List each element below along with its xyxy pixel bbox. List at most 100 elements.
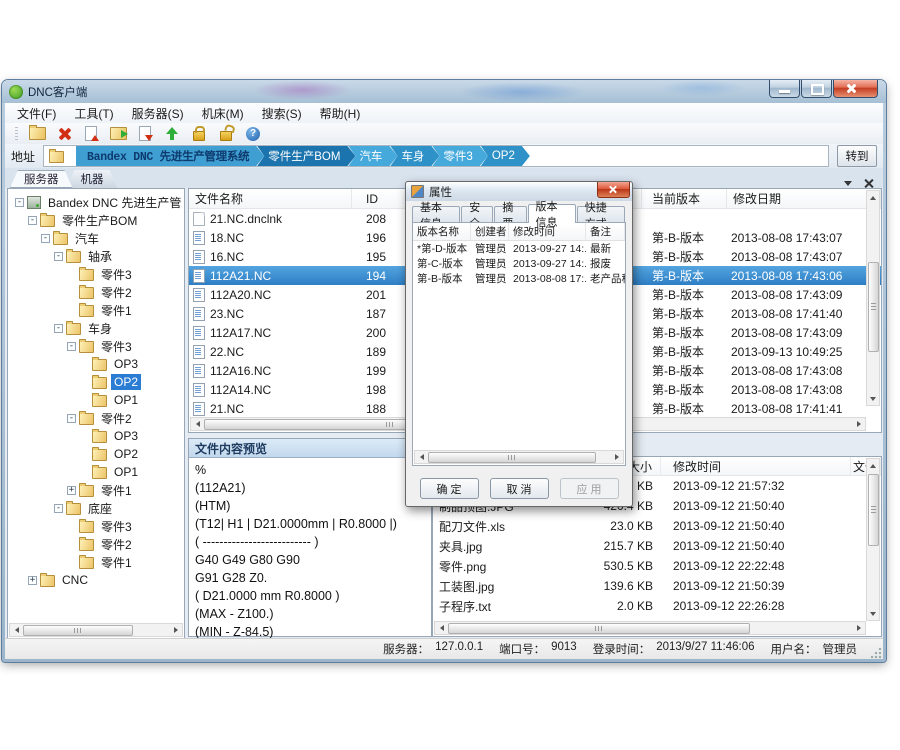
tree-node[interactable]: 零件1 [10,301,182,319]
menu-item[interactable]: 帮助(H) [312,103,369,124]
tree-node[interactable]: - 车身 [10,319,182,337]
tree-node[interactable]: 零件1 [10,553,182,571]
scroll-left-icon[interactable] [10,624,23,637]
tree-node[interactable]: 零件2 [10,283,182,301]
tree-node-label[interactable]: 零件2 [98,409,135,428]
tree-node[interactable]: 零件3 [10,517,182,535]
collapse-icon[interactable]: - [54,252,63,261]
tree-horizontal-scrollbar[interactable] [9,623,183,637]
tree-node[interactable]: - 底座 [10,499,182,517]
tree-node-label[interactable]: 底座 [85,499,115,518]
tree-node[interactable]: -零件生产BOM [10,211,182,229]
table-row[interactable]: 工装图.jpg139.6 KB2013-09-12 21:50:39 [433,576,881,596]
tree-node-label[interactable]: 零件1 [98,301,135,320]
attachments-vertical-scrollbar[interactable] [866,458,880,621]
tree-node-label[interactable]: OP3 [111,356,141,372]
column-header[interactable]: 修改时间 [661,457,851,475]
tree-node-label[interactable]: 零件3 [98,265,135,284]
minimize-button[interactable] [769,80,800,98]
tab-服务器[interactable]: 服务器 [10,170,73,188]
tree-node[interactable]: - 轴承 [10,247,182,265]
scrollbar-thumb[interactable] [868,262,879,352]
scrollbar-thumb[interactable] [868,474,879,546]
tree-node[interactable]: 零件2 [10,535,182,553]
tree-node[interactable]: OP2 [10,445,182,463]
table-row[interactable]: 子程序.txt2.0 KB2013-09-12 22:26:28 [433,596,881,616]
collapse-icon[interactable]: - [41,234,50,243]
table-row[interactable]: 夹具.jpg215.7 KB2013-09-12 21:50:40 [433,536,881,556]
scroll-up-icon[interactable] [867,191,880,204]
expand-icon[interactable]: + [28,576,37,585]
collapse-icon[interactable]: - [15,198,24,207]
close-button[interactable] [833,80,878,98]
tree-node-label[interactable]: OP2 [111,446,141,462]
scroll-left-icon[interactable] [415,451,428,464]
dialog-tab-摘要[interactable]: 摘要 [494,206,526,223]
file-arrow-up-button[interactable] [81,125,101,143]
tree-node[interactable]: OP3 [10,355,182,373]
tree-node-label[interactable]: OP2 [111,374,141,390]
dialog-tab-版本信息[interactable]: 版本信息 [528,204,576,223]
tab-机器[interactable]: 机器 [67,170,118,188]
close-icon[interactable] [864,179,873,188]
scroll-right-icon[interactable] [169,624,182,637]
tree-node-label[interactable]: 零件3 [98,337,135,356]
version-row[interactable]: 第-C-版本管理员2013-09-27 14:...报废 [413,256,625,271]
collapse-icon[interactable]: - [67,342,76,351]
breadcrumb-segment[interactable]: 零件3 [432,146,487,166]
scroll-left-icon[interactable] [191,418,204,431]
tree-node-label[interactable]: 零件2 [98,283,135,302]
menu-item[interactable]: 机床(M) [194,103,252,124]
column-header[interactable]: 文件名称 [189,189,352,208]
breadcrumb-segment[interactable]: Bandex DNC 先进生产管理系统 [76,146,264,166]
maximize-button[interactable] [801,80,832,98]
collapse-icon[interactable]: - [67,414,76,423]
version-row[interactable]: 第-B-版本管理员2013-08-08 17:...老产品程序 [413,271,625,286]
tree-node-label[interactable]: 零件1 [98,481,135,500]
column-header[interactable]: 修改日期 [727,189,881,208]
tree-node-label[interactable]: 车身 [85,319,115,338]
tree-node-label[interactable]: 零件2 [98,535,135,554]
dialog-tab-快捷方式[interactable]: 快捷方式 [577,206,625,223]
menu-item[interactable]: 文件(F) [9,103,64,124]
chevron-down-icon[interactable] [844,181,852,186]
version-list-header[interactable]: 版本名称创建者修改时间备注 [413,223,625,241]
tree-node-label[interactable]: 轴承 [85,247,115,266]
scrollbar-thumb[interactable] [23,625,133,636]
tree-node-label[interactable]: OP1 [111,392,141,408]
table-row[interactable]: 配刀文件.xls23.0 KB2013-09-12 21:50:40 [433,516,881,536]
tree-node-label[interactable]: OP1 [111,464,141,480]
column-header[interactable]: 备注 [586,223,625,240]
scroll-right-icon[interactable] [852,418,865,431]
menu-item[interactable]: 工具(T) [66,103,121,124]
column-header[interactable]: 版本名称 [413,223,471,240]
dialog-tab-安全[interactable]: 安全 [461,206,493,223]
folder-arrow-button[interactable] [108,125,128,143]
tree-node[interactable]: OP1 [10,391,182,409]
attachments-horizontal-scrollbar[interactable] [434,621,866,635]
scroll-right-icon[interactable] [852,622,865,635]
tree-node[interactable]: OP2 [10,373,182,391]
scroll-right-icon[interactable] [610,451,623,464]
menu-item[interactable]: 服务器(S) [124,103,192,124]
tree-node-label[interactable]: CNC [59,572,91,588]
dialog-button[interactable]: 取 消 [490,478,549,499]
collapse-icon[interactable]: - [54,324,63,333]
file-list-vertical-scrollbar[interactable] [866,190,880,406]
tree-node[interactable]: +零件1 [10,481,182,499]
tree-node[interactable]: OP1 [10,463,182,481]
table-row[interactable]: 零件.png530.5 KB2013-09-12 22:22:48 [433,556,881,576]
collapse-icon[interactable]: - [54,504,63,513]
dialog-close-button[interactable] [597,182,630,198]
tree-node-label[interactable]: Bandex DNC 先进生产管理系统 [45,193,182,212]
menu-item[interactable]: 搜索(S) [254,103,310,124]
tree-node[interactable]: OP3 [10,427,182,445]
breadcrumb-segment[interactable]: 零件生产BOM [257,146,355,166]
column-header[interactable]: 创建者 [471,223,509,240]
tree-node[interactable]: - 零件3 [10,337,182,355]
column-header[interactable]: 当前版本 [642,189,727,208]
scrollbar-thumb[interactable] [428,452,596,463]
address-field[interactable]: Bandex DNC 先进生产管理系统零件生产BOM汽车车身零件3OP2 [43,145,829,167]
scrollbar-thumb[interactable] [448,623,750,634]
breadcrumb-segment[interactable]: 汽车 [348,146,397,166]
